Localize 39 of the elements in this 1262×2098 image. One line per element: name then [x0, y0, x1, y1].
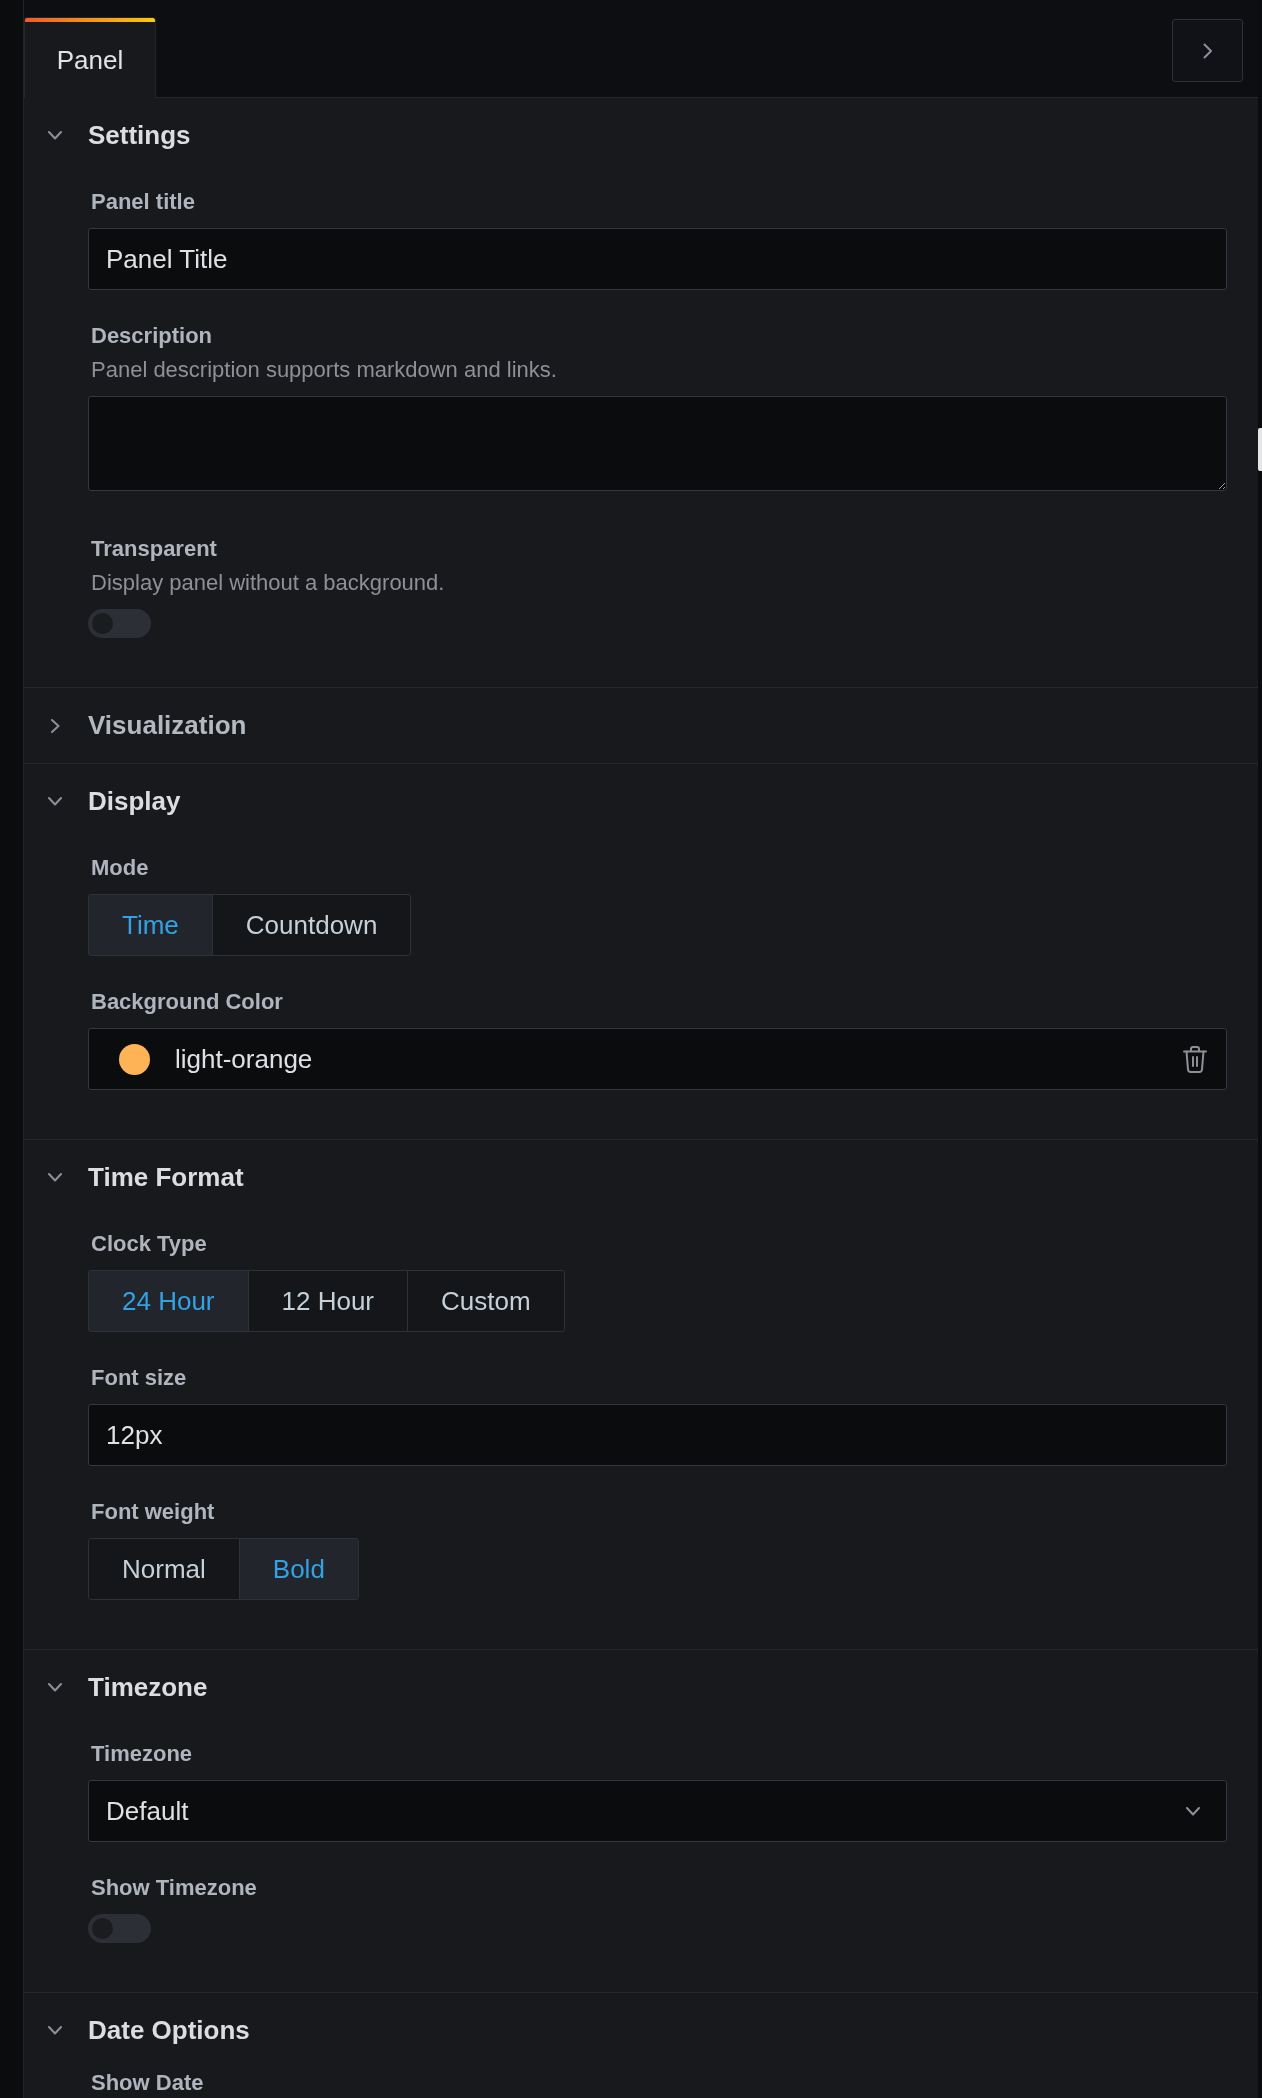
field-description: Display panel without a background. [90, 569, 446, 597]
toggle-switch[interactable] [88, 1914, 151, 1943]
chevron-right-icon [1202, 42, 1213, 59]
field-label: Show Date [90, 2069, 205, 2097]
field-label: Font size [90, 1364, 188, 1392]
field-description: Panel description supports markdown and links. [90, 356, 558, 384]
field-label: Description [90, 322, 214, 350]
field-label: Font weight [90, 1498, 216, 1526]
radio-option[interactable]: Time [88, 894, 213, 956]
radio-option[interactable]: 24 Hour [88, 1270, 249, 1332]
chevron-down-icon [1186, 1806, 1200, 1816]
field-label: Clock Type [90, 1230, 208, 1258]
section-header[interactable]: Time Format [24, 1140, 1258, 1215]
text-input[interactable]: 12px [88, 1404, 1227, 1466]
radio-option[interactable]: Custom [407, 1270, 565, 1332]
panel-tab[interactable]: Panel [24, 17, 156, 98]
radio-option[interactable]: Bold [238, 1538, 359, 1600]
toggle-switch[interactable] [88, 609, 151, 638]
select-field[interactable]: Default [88, 1780, 1227, 1842]
field-label: Transparent [90, 535, 218, 563]
color-picker-field[interactable]: light-orange [88, 1028, 1227, 1090]
text-input[interactable]: Panel Title [88, 228, 1227, 290]
field-label: Panel title [90, 188, 196, 216]
scrollbar-thumb[interactable] [1258, 428, 1262, 471]
radio-option[interactable]: Normal [88, 1538, 240, 1600]
field-label: Mode [90, 854, 150, 882]
section-header[interactable]: Display [24, 764, 1258, 839]
radio-option[interactable]: Countdown [211, 894, 412, 956]
radio-option[interactable]: 12 Hour [247, 1270, 408, 1332]
field-label: Timezone [90, 1740, 194, 1768]
collapse-button[interactable] [1172, 19, 1243, 82]
section-header[interactable]: Timezone [24, 1650, 1258, 1725]
section-header[interactable]: Date Options [24, 1993, 1258, 2068]
field-label: Show Timezone [90, 1874, 258, 1902]
section-header[interactable]: Visualization [24, 688, 1258, 763]
section-header[interactable]: Settings [24, 98, 1258, 173]
field-label: Background Color [90, 988, 284, 1016]
trash-icon[interactable] [1183, 1045, 1207, 1073]
textarea-field[interactable] [88, 396, 1227, 491]
